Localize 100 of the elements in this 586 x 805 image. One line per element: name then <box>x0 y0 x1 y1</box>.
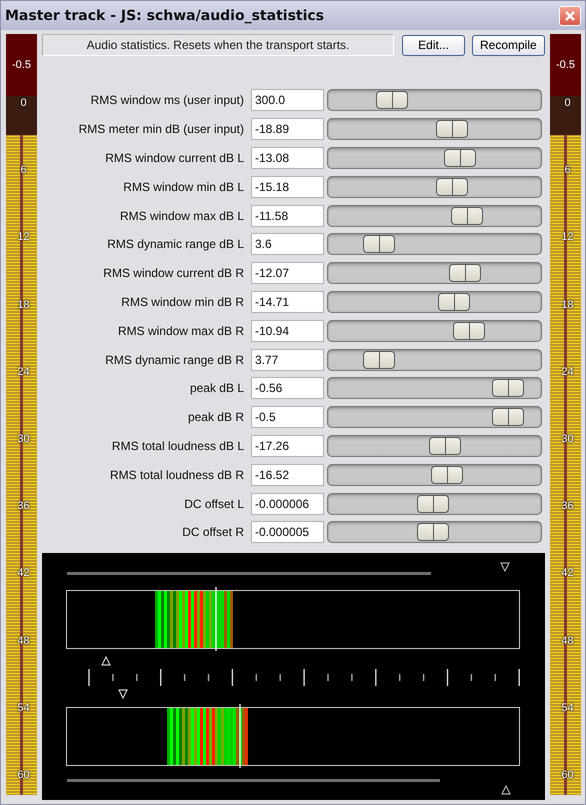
triangle-marker-icon[interactable] <box>101 656 111 666</box>
slider-track[interactable] <box>327 464 542 486</box>
scale-label: 42 <box>16 566 30 580</box>
value-field[interactable]: -12.07 <box>251 262 324 284</box>
value-field[interactable]: -15.18 <box>251 176 324 198</box>
window-title: Master track - JS: schwa/audio_statistics <box>5 8 324 24</box>
slider-track[interactable] <box>327 377 542 400</box>
parameter-label: RMS total loudness dB L <box>110 438 244 453</box>
scale-label: 12 <box>560 230 574 244</box>
value-field[interactable]: -14.71 <box>251 290 324 313</box>
slider-thumb[interactable] <box>376 91 408 110</box>
value-field[interactable]: -13.08 <box>251 146 324 169</box>
value-field[interactable]: 300.0 <box>251 89 324 112</box>
scale-label: 18 <box>16 298 30 312</box>
value-field[interactable]: -10.94 <box>251 320 324 342</box>
slider-thumb[interactable] <box>416 494 449 513</box>
peak-readout: -0.5 <box>556 59 575 71</box>
parameter-label: RMS window min dB L <box>122 180 244 194</box>
slider-track[interactable] <box>327 434 542 457</box>
scale-label: 18 <box>560 298 574 312</box>
scale-label: 6 <box>19 163 27 178</box>
slider-thumb[interactable] <box>492 379 524 398</box>
slider-track[interactable] <box>327 521 542 544</box>
scale-label: 36 <box>16 499 30 514</box>
value-field[interactable]: -18.89 <box>251 118 324 140</box>
slider-thumb[interactable] <box>450 206 483 225</box>
toolbar-button[interactable]: Recompile <box>472 34 545 56</box>
slider-thumb[interactable] <box>438 292 470 311</box>
scale-label: 6 <box>563 163 571 178</box>
description-box: Audio statistics. Resets when the transport starts. <box>42 34 394 56</box>
value-field[interactable]: -0.000006 <box>251 492 324 515</box>
value-field[interactable]: -16.52 <box>251 464 324 486</box>
triangle-marker-icon[interactable] <box>118 689 128 699</box>
triangle-marker-icon[interactable] <box>500 562 510 572</box>
slider-thumb[interactable] <box>436 178 468 196</box>
slider-thumb[interactable] <box>448 264 481 282</box>
scale-label: 60 <box>16 768 30 782</box>
scale-label: 36 <box>560 499 574 514</box>
slider-thumb[interactable] <box>363 350 395 369</box>
slider-thumb[interactable] <box>444 148 476 167</box>
parameter-label: RMS window ms (user input) <box>90 93 244 108</box>
slider-thumb[interactable] <box>363 235 395 254</box>
slider-thumb[interactable] <box>416 523 449 542</box>
parameter-label: peak dB R <box>186 410 244 424</box>
slider-track[interactable] <box>327 348 542 371</box>
range-bar[interactable] <box>67 778 440 782</box>
scale-label: 54 <box>16 700 30 715</box>
toolbar-button[interactable]: Edit... <box>402 34 465 56</box>
parameter-label: RMS window max dB L <box>118 208 244 223</box>
parameter-label: RMS dynamic range dB L <box>106 237 244 252</box>
parameter-label: DC offset R <box>181 525 244 540</box>
scale-label: 48 <box>560 634 574 648</box>
slider-thumb[interactable] <box>429 436 462 455</box>
close-button[interactable] <box>559 6 581 26</box>
parameter-label: RMS dynamic range dB R <box>104 352 244 367</box>
parameter-label: DC offset L <box>183 496 244 511</box>
triangle-marker-icon[interactable] <box>501 784 511 794</box>
parameter-label: RMS window min dB R <box>120 294 244 309</box>
scale-label: 30 <box>16 432 30 446</box>
slider-track[interactable] <box>327 262 542 284</box>
value-field[interactable]: -0.56 <box>251 377 324 400</box>
slider-track[interactable] <box>327 89 542 112</box>
value-field[interactable]: 3.6 <box>251 233 324 256</box>
slider-thumb[interactable] <box>492 408 524 426</box>
scale-label: 0 <box>563 96 571 110</box>
parameter-label: RMS window current dB R <box>102 266 244 280</box>
parameter-label: RMS window current dB L <box>104 150 244 165</box>
slider-track[interactable] <box>327 204 542 227</box>
slider-track[interactable] <box>327 146 542 169</box>
slider-track[interactable] <box>327 290 542 313</box>
parameter-label: RMS window max dB R <box>116 324 244 338</box>
value-field[interactable]: -17.26 <box>251 434 324 457</box>
value-field[interactable]: -0.000005 <box>251 521 324 544</box>
scale-label: 54 <box>560 700 574 715</box>
slider-track[interactable] <box>327 176 542 198</box>
cursor-line <box>215 586 217 651</box>
scale-label: 30 <box>560 432 574 446</box>
slider-thumb[interactable] <box>452 322 484 340</box>
value-field[interactable]: -11.58 <box>251 204 324 227</box>
scale-label: 24 <box>16 364 30 379</box>
parameter-label: RMS meter min dB (user input) <box>78 122 244 136</box>
peak-readout: -0.5 <box>12 59 31 71</box>
range-bar[interactable] <box>67 572 431 575</box>
scale-label: 12 <box>16 230 30 244</box>
scale-label: 24 <box>560 364 574 379</box>
value-field[interactable]: 3.77 <box>251 348 324 371</box>
cursor-line <box>239 704 241 768</box>
slider-thumb[interactable] <box>436 120 468 138</box>
slider-track[interactable] <box>327 406 542 428</box>
slider-thumb[interactable] <box>431 466 464 484</box>
scale-label: 42 <box>560 566 574 580</box>
parameter-label: peak dB L <box>188 381 244 396</box>
close-icon <box>564 10 576 22</box>
slider-track[interactable] <box>327 320 542 342</box>
slider-track[interactable] <box>327 233 542 256</box>
scale-label: 60 <box>560 768 574 782</box>
slider-track[interactable] <box>327 118 542 140</box>
slider-track[interactable] <box>327 492 542 515</box>
parameter-label: RMS total loudness dB R <box>108 468 244 482</box>
value-field[interactable]: -0.5 <box>251 406 324 428</box>
